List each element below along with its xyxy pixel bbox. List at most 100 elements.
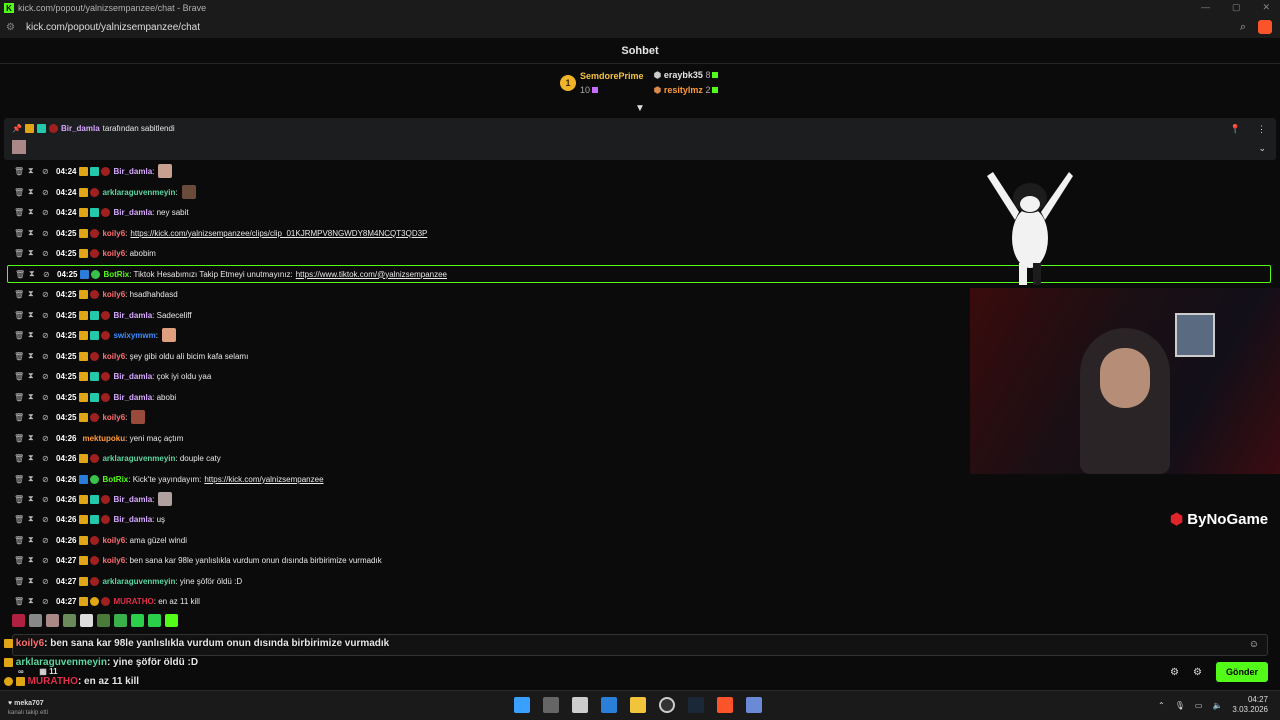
delete-message-icon[interactable]: 🗑 [14, 434, 28, 443]
delete-message-icon[interactable]: 🗑 [14, 393, 28, 402]
file-explorer-icon[interactable] [630, 697, 646, 713]
timeout-icon[interactable]: ⧗ [28, 310, 42, 320]
message-username[interactable]: koily6 [102, 413, 125, 422]
ban-icon[interactable]: ⊘ [42, 536, 56, 545]
ban-icon[interactable]: ⊘ [42, 167, 56, 176]
message-link[interactable]: https://kick.com/yalnizsempanzee/clips/c… [130, 229, 427, 238]
timeout-icon[interactable]: ⧗ [28, 248, 42, 258]
emote-9[interactable] [148, 614, 161, 627]
delete-message-icon[interactable]: 🗑 [14, 597, 28, 606]
leaderboard-first[interactable]: 1 SemdorePrime 10 [560, 70, 644, 96]
user-settings-icon[interactable]: ⚙ [1193, 667, 1202, 678]
steam-icon[interactable] [688, 697, 704, 713]
timeout-icon[interactable]: ⧗ [28, 596, 42, 606]
app-icon-2[interactable] [746, 697, 762, 713]
emote-2[interactable] [29, 614, 42, 627]
send-button[interactable]: Gönder [1215, 662, 1268, 682]
timeout-icon[interactable]: ⧗ [28, 535, 42, 545]
ban-icon[interactable]: ⊘ [42, 515, 56, 524]
message-username[interactable]: Bir_damla [113, 167, 152, 176]
delete-message-icon[interactable]: 🗑 [14, 495, 28, 504]
ban-icon[interactable]: ⊘ [42, 188, 56, 197]
timeout-icon[interactable]: ⧗ [28, 514, 42, 524]
message-username[interactable]: arklaraguvenmeyin [102, 454, 175, 463]
message-username[interactable]: Bir_damla [113, 393, 152, 402]
message-username[interactable]: MURATHO [113, 597, 153, 606]
timeout-icon[interactable]: ⧗ [28, 330, 42, 340]
message-username[interactable]: mektupoku [82, 434, 125, 443]
message-username[interactable]: Bir_damla [113, 495, 152, 504]
site-settings-icon[interactable]: ⚙ [6, 22, 18, 33]
game-launcher-icon[interactable] [659, 697, 675, 713]
ban-icon[interactable]: ⊘ [42, 454, 56, 463]
ban-icon[interactable]: ⊘ [42, 434, 56, 443]
chevron-down-icon[interactable]: ⌄ [1258, 143, 1266, 154]
timeout-icon[interactable]: ⧗ [28, 555, 42, 565]
ban-icon[interactable]: ⊘ [42, 290, 56, 299]
store-icon[interactable] [601, 697, 617, 713]
ban-icon[interactable]: ⊘ [42, 311, 56, 320]
message-username[interactable]: swixymwm [113, 331, 155, 340]
emote-4[interactable] [63, 614, 76, 627]
leaderboard-third[interactable]: ⬢ resitylmz 2 [654, 85, 719, 96]
message-username[interactable]: BotRix [103, 270, 129, 279]
ban-icon[interactable]: ⊘ [42, 208, 56, 217]
delete-message-icon[interactable]: 🗑 [14, 475, 28, 484]
timeout-icon[interactable]: ⧗ [28, 494, 42, 504]
message-username[interactable]: koily6 [102, 249, 125, 258]
message-username[interactable]: Bir_damla [113, 372, 152, 381]
timeout-icon[interactable]: ⧗ [28, 392, 42, 402]
settings-icon[interactable]: ⚙ [1170, 667, 1179, 678]
timeout-icon[interactable]: ⧗ [28, 187, 42, 197]
emoji-picker-icon[interactable]: ☺ [1249, 639, 1259, 650]
collapse-leaderboard-icon[interactable]: ▼ [635, 103, 645, 114]
ban-icon[interactable]: ⊘ [42, 393, 56, 402]
timeout-icon[interactable]: ⧗ [28, 228, 42, 238]
volume-icon[interactable]: 🔈 [1212, 701, 1222, 710]
delete-message-icon[interactable]: 🗑 [14, 454, 28, 463]
delete-message-icon[interactable]: 🗑 [15, 270, 29, 279]
delete-message-icon[interactable]: 🗑 [14, 311, 28, 320]
brave-shield-icon[interactable] [1258, 20, 1272, 34]
timeout-icon[interactable]: ⧗ [28, 412, 42, 422]
microphone-icon[interactable]: 🎙 [1175, 701, 1185, 710]
ban-icon[interactable]: ⊘ [42, 331, 56, 340]
delete-message-icon[interactable]: 🗑 [14, 229, 28, 238]
emote-10[interactable] [165, 614, 178, 627]
ban-icon[interactable]: ⊘ [42, 597, 56, 606]
more-options-icon[interactable]: ⋮ [1257, 124, 1266, 135]
timeout-icon[interactable]: ⧗ [28, 576, 42, 586]
emote-3[interactable] [46, 614, 59, 627]
message-username[interactable]: arklaraguvenmeyin [102, 577, 175, 586]
delete-message-icon[interactable]: 🗑 [14, 188, 28, 197]
timeout-icon[interactable]: ⧗ [28, 371, 42, 381]
start-menu-icon[interactable] [514, 697, 530, 713]
delete-message-icon[interactable]: 🗑 [14, 331, 28, 340]
pinned-user[interactable]: Bir_damla [61, 124, 100, 133]
delete-message-icon[interactable]: 🗑 [14, 208, 28, 217]
ban-icon[interactable]: ⊘ [42, 475, 56, 484]
message-link[interactable]: https://www.tiktok.com/@yalnizsempanzee [296, 270, 447, 279]
ban-icon[interactable]: ⊘ [42, 372, 56, 381]
task-view-icon[interactable] [543, 697, 559, 713]
message-username[interactable]: Bir_damla [113, 208, 152, 217]
display-icon[interactable]: ▭ [1195, 701, 1203, 710]
delete-message-icon[interactable]: 🗑 [14, 167, 28, 176]
clock[interactable]: 04:27 3.03.2026 [1232, 695, 1268, 715]
ban-icon[interactable]: ⊘ [43, 270, 57, 279]
minimize-icon[interactable]: — [1201, 2, 1210, 13]
timeout-icon[interactable]: ⧗ [28, 166, 42, 176]
timeout-icon[interactable]: ⧗ [29, 269, 43, 279]
emote-7[interactable] [114, 614, 127, 627]
url-field[interactable]: kick.com/popout/yalnizsempanzee/chat [26, 22, 200, 33]
emote-5[interactable] [80, 614, 93, 627]
message-username[interactable]: BotRix [102, 475, 128, 484]
ban-icon[interactable]: ⊘ [42, 413, 56, 422]
delete-message-icon[interactable]: 🗑 [14, 249, 28, 258]
zoom-search-icon[interactable]: ⌕ [1240, 21, 1246, 34]
ban-icon[interactable]: ⊘ [42, 229, 56, 238]
message-username[interactable]: arklaraguvenmeyin [102, 188, 175, 197]
delete-message-icon[interactable]: 🗑 [14, 577, 28, 586]
message-link[interactable]: https://kick.com/yalnizsempanzee [204, 475, 323, 484]
maximize-icon[interactable]: ▢ [1232, 2, 1241, 13]
